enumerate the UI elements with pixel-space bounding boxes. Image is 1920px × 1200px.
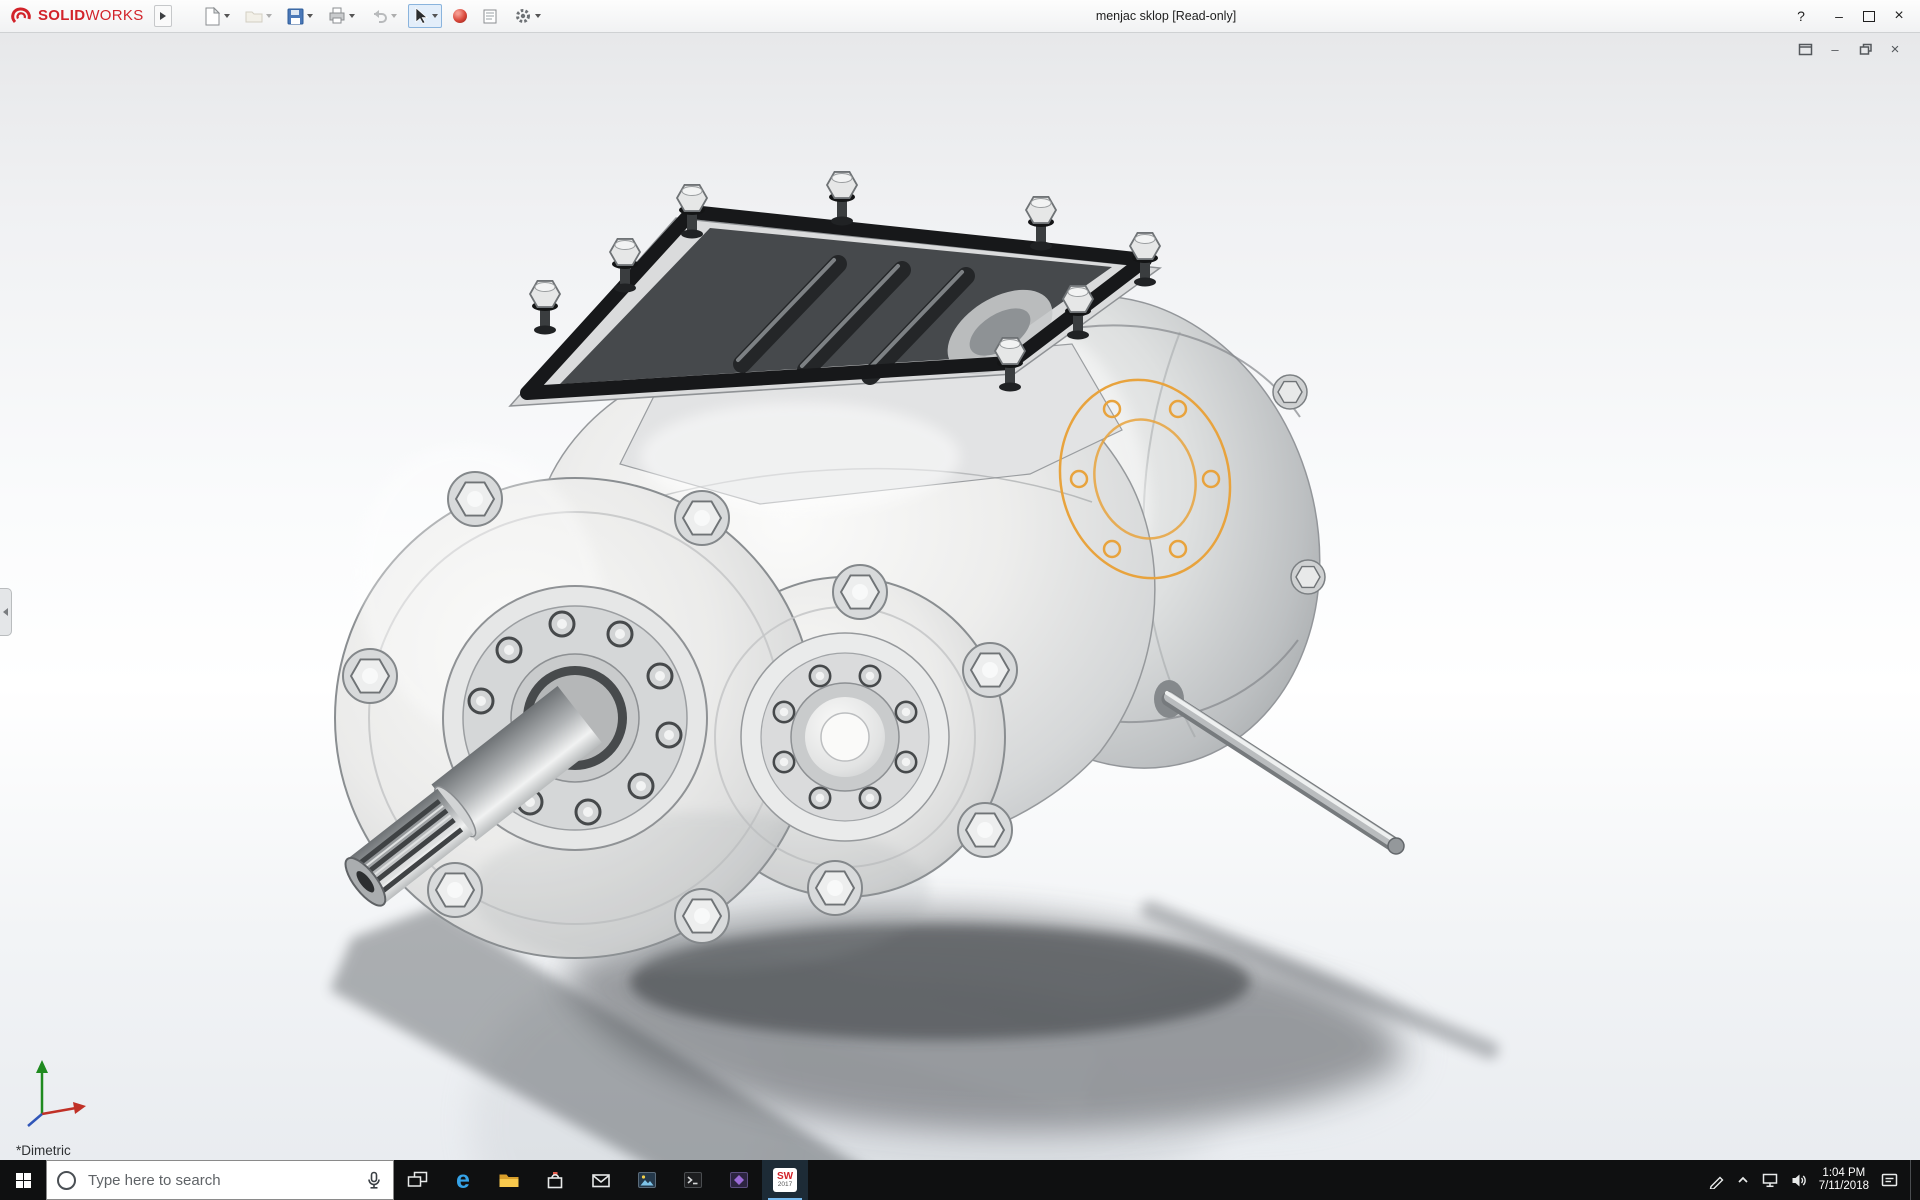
taskbar-app-photos[interactable] [624, 1160, 670, 1200]
command-prompt-icon [683, 1170, 703, 1190]
network-icon [1761, 1172, 1779, 1189]
windows-logo-icon [16, 1173, 31, 1188]
chevron-left-icon [3, 608, 8, 616]
taskbar-app-devtool[interactable] [716, 1160, 762, 1200]
document-minimize-button[interactable]: – [1824, 40, 1846, 58]
microphone-icon[interactable] [365, 1171, 383, 1190]
dropdown-caret-icon [266, 14, 272, 18]
undo-button[interactable] [366, 4, 401, 28]
taskbar-app-mail[interactable] [578, 1160, 624, 1200]
quick-access-toolbar [200, 4, 545, 28]
orientation-triad[interactable] [8, 1048, 98, 1134]
open-button[interactable] [241, 4, 276, 28]
solidworks-logo: SOLIDWORKS [0, 5, 144, 27]
dropdown-caret-icon [349, 14, 355, 18]
secondary-hub [741, 633, 949, 841]
clock-date: 7/11/2018 [1819, 1180, 1869, 1193]
new-document-button[interactable] [200, 4, 234, 28]
windows-ink-button[interactable] [1708, 1172, 1725, 1189]
window-icon [1798, 43, 1813, 56]
restore-icon [1858, 42, 1873, 56]
search-input[interactable] [86, 1171, 355, 1190]
dassault-ds-icon [8, 5, 34, 27]
taskbar-clock[interactable]: 1:04 PM 7/11/2018 [1819, 1167, 1869, 1193]
dropdown-caret-icon [432, 14, 438, 18]
housing-bolt [1273, 375, 1307, 409]
show-desktop-button[interactable] [1910, 1160, 1918, 1200]
document-properties-button[interactable] [478, 4, 503, 28]
task-view-button[interactable] [394, 1160, 440, 1200]
taskbar-search[interactable] [46, 1160, 394, 1200]
toolbar-expand-button[interactable] [154, 5, 172, 27]
undo-icon [370, 8, 388, 24]
window-controls: ? – × [1786, 0, 1914, 32]
print-button[interactable] [324, 4, 359, 28]
network-status-button[interactable] [1761, 1172, 1779, 1189]
brand-text-light: WORKS [85, 7, 143, 24]
maximize-button[interactable] [1854, 0, 1884, 32]
task-view-icon [407, 1171, 428, 1189]
view-orientation-label: *Dimetric [16, 1143, 71, 1158]
document-close-button[interactable]: × [1884, 40, 1906, 58]
taskbar-app-solidworks[interactable]: SW 2017 [762, 1160, 808, 1200]
action-center-icon [1880, 1172, 1899, 1189]
titlebar: SOLIDWORKS [0, 0, 1920, 33]
file-explorer-icon [498, 1171, 520, 1190]
save-button[interactable] [283, 4, 317, 28]
new-document-icon [204, 7, 221, 26]
housing-bolt [1291, 560, 1325, 594]
maximize-icon [1863, 11, 1875, 22]
dropdown-caret-icon [535, 14, 541, 18]
dropdown-caret-icon [224, 14, 230, 18]
select-tool-button[interactable] [408, 4, 442, 28]
select-cursor-icon [412, 7, 429, 25]
help-button[interactable]: ? [1786, 0, 1816, 32]
chevron-up-icon [1736, 1174, 1750, 1186]
search-circle-icon [57, 1171, 76, 1190]
document-properties-icon [482, 8, 499, 25]
start-button[interactable] [0, 1160, 46, 1200]
dropdown-caret-icon [307, 14, 313, 18]
photos-icon [637, 1170, 657, 1190]
clock-time: 1:04 PM [1819, 1167, 1869, 1180]
action-center-button[interactable] [1880, 1172, 1899, 1189]
appearance-button[interactable] [449, 4, 471, 28]
output-shaft [1154, 680, 1404, 854]
taskbar-app-console[interactable] [670, 1160, 716, 1200]
taskbar-app-edge[interactable]: e [440, 1160, 486, 1200]
save-icon [287, 8, 304, 25]
system-tray: 1:04 PM 7/11/2018 [1708, 1160, 1920, 1200]
taskbar-app-file-explorer[interactable] [486, 1160, 532, 1200]
minimize-button[interactable]: – [1824, 0, 1854, 32]
document-title: menjac sklop [Read-only] [1096, 0, 1236, 32]
open-folder-icon [245, 8, 263, 24]
document-window-controls: – × [1794, 40, 1906, 58]
pen-icon [1708, 1172, 1725, 1189]
edge-icon: e [456, 1168, 470, 1192]
taskbar-app-store[interactable] [532, 1160, 578, 1200]
dropdown-caret-icon [391, 14, 397, 18]
brand-text-bold: SOLID [38, 7, 85, 24]
solidworks-2017-icon: SW 2017 [773, 1168, 797, 1192]
print-icon [328, 7, 346, 25]
windows-taskbar: e [0, 1160, 1920, 1200]
appearance-sphere-icon [453, 9, 467, 23]
document-window-icon[interactable] [1794, 40, 1816, 58]
tray-expand-button[interactable] [1736, 1174, 1750, 1186]
options-button[interactable] [510, 4, 545, 28]
graphics-viewport[interactable]: – × *Dimetric [0, 32, 1920, 1160]
mail-icon [591, 1172, 611, 1189]
options-gear-icon [514, 7, 532, 25]
chevron-right-icon [159, 11, 167, 21]
store-icon [545, 1170, 565, 1190]
volume-icon [1790, 1172, 1808, 1189]
panel-collapse-tab[interactable] [0, 588, 12, 636]
document-restore-button[interactable] [1854, 40, 1876, 58]
solidworks-window: SOLIDWORKS [0, 0, 1920, 1200]
gearbox-model-canvas[interactable] [0, 32, 1920, 1160]
dev-tool-icon [729, 1170, 749, 1190]
close-button[interactable]: × [1884, 0, 1914, 32]
volume-button[interactable] [1790, 1172, 1808, 1189]
